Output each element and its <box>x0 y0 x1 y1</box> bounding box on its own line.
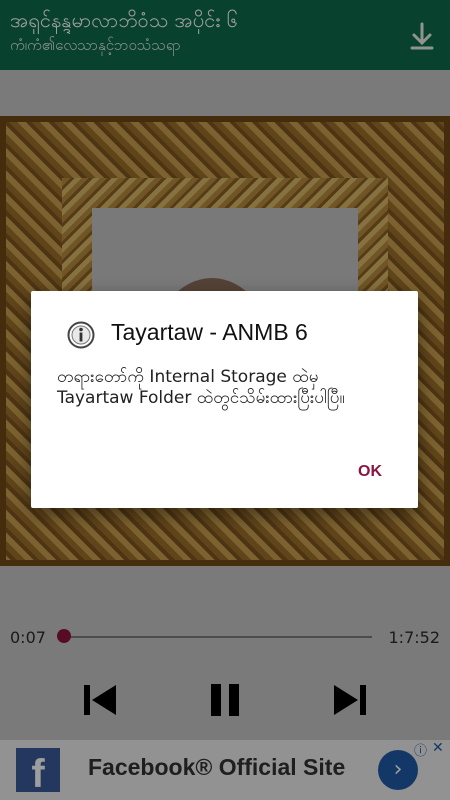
info-dialog: Tayartaw - ANMB 6 တရားတော်ကို Internal S… <box>31 291 418 508</box>
dialog-title: Tayartaw - ANMB 6 <box>111 319 308 345</box>
info-icon <box>67 321 95 349</box>
ok-button[interactable]: OK <box>358 463 382 481</box>
dialog-message: တရားတော်ကို Internal Storage ထဲမှ Tayart… <box>57 367 345 408</box>
